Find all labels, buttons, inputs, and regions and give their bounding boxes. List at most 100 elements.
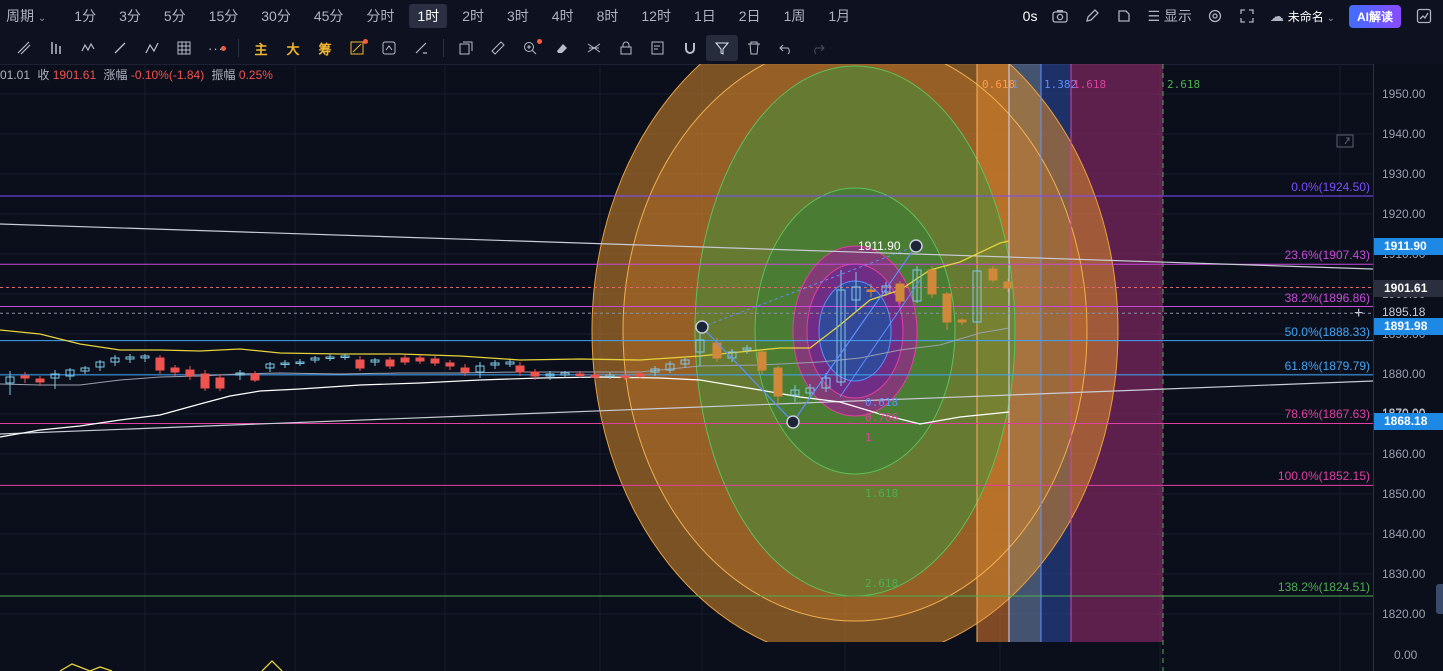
export-icon[interactable] <box>1115 7 1133 25</box>
candle-body <box>35 378 45 383</box>
eraser-icon[interactable] <box>546 35 578 61</box>
pivot-handle <box>695 320 709 334</box>
topbar-right: 0s ☰ 显示 ☁ 未命名 ⌄ AI解读 <box>1023 0 1433 32</box>
interval-3[interactable]: 15分 <box>201 4 247 28</box>
candle-body <box>773 367 783 397</box>
ruler-icon[interactable] <box>482 35 514 61</box>
chevron-down-icon: ⌄ <box>1323 13 1335 24</box>
interval-10[interactable]: 4时 <box>544 4 582 28</box>
interval-1[interactable]: 3分 <box>111 4 149 28</box>
time-zone-label: 0.618 <box>982 78 1016 91</box>
interval-2[interactable]: 5分 <box>156 4 194 28</box>
interval-8[interactable]: 2时 <box>454 4 492 28</box>
candle-body <box>895 283 905 302</box>
candle-body <box>20 375 30 379</box>
chevron-down-icon: ⌄ <box>37 13 47 24</box>
wave-pattern-icon[interactable] <box>72 35 104 61</box>
interval-13[interactable]: 1日 <box>686 4 724 28</box>
grid-icon[interactable] <box>168 35 200 61</box>
candle-body <box>250 373 260 381</box>
ai-interpret-button[interactable]: AI解读 <box>1348 4 1401 28</box>
change-label: 涨幅 <box>103 68 128 82</box>
indicator-icon[interactable] <box>341 35 373 61</box>
candle-body <box>942 293 952 323</box>
copy-icon[interactable] <box>450 35 482 61</box>
time-zone-label: 2.618 <box>1167 78 1201 91</box>
zigzag-icon[interactable] <box>136 35 168 61</box>
circle-ratio-label: 1 <box>865 431 872 444</box>
trash-icon[interactable] <box>738 35 770 61</box>
price-tick: 1860.00 <box>1382 447 1426 461</box>
price-tick: 1940.00 <box>1382 127 1426 141</box>
candle-body <box>1003 281 1013 289</box>
drawing-toolbar: ··· 主大筹 <box>0 32 1443 65</box>
price-axis[interactable]: 1950.001940.001930.001920.001910.001900.… <box>1373 64 1443 671</box>
candle-body <box>757 351 767 371</box>
interval-toolbar: 周期 ⌄ 1分 3分 5分 15分 30分 45分 分时 1时 2时 3时 4时 8时 12时 1日 2日 1… <box>0 0 1443 33</box>
expand-icon[interactable] <box>1336 134 1354 148</box>
crosshair-plus-icon[interactable]: + <box>1354 305 1363 323</box>
price-tick: 1840.00 <box>1382 527 1426 541</box>
cn-tool-2[interactable]: 筹 <box>309 35 341 61</box>
fullscreen-icon[interactable] <box>1238 7 1256 25</box>
chart-canvas[interactable] <box>0 64 1373 671</box>
interval-7[interactable]: 1时 <box>409 4 448 28</box>
pen-icon[interactable] <box>1083 7 1101 25</box>
settings-icon[interactable] <box>1206 7 1224 25</box>
filter-icon[interactable] <box>706 35 738 61</box>
close-label: 收 <box>37 68 50 82</box>
redo-icon[interactable] <box>802 35 834 61</box>
display-menu[interactable]: ☰ 显示 <box>1147 4 1191 28</box>
fib-level-label: 78.6%(1867.63) <box>1284 407 1370 422</box>
candle-body <box>445 362 455 367</box>
pivot-handle <box>909 239 923 253</box>
interval-11[interactable]: 8时 <box>589 4 627 28</box>
more-tools-icon[interactable]: ··· <box>200 35 232 61</box>
edit-note-icon[interactable] <box>642 35 674 61</box>
compare-icon[interactable] <box>373 35 405 61</box>
price-tag: 1911.90 <box>1374 238 1443 256</box>
share-chart-icon[interactable] <box>1415 7 1433 25</box>
interval-4[interactable]: 30分 <box>253 4 299 28</box>
circle-ratio-label: 0.786 <box>865 411 899 424</box>
layout-name-dropdown[interactable]: ☁ 未命名 ⌄ <box>1270 4 1335 28</box>
interval-16[interactable]: 1月 <box>820 4 858 28</box>
side-panel-toggle[interactable] <box>1436 584 1443 614</box>
interval-15[interactable]: 1周 <box>776 4 814 28</box>
alert-line-icon[interactable] <box>405 35 437 61</box>
lock-icon[interactable] <box>610 35 642 61</box>
price-tick: 1930.00 <box>1382 167 1426 181</box>
zoom-in-icon[interactable] <box>514 35 546 61</box>
cn-tools: 主大筹 <box>245 35 341 61</box>
trend-lines-icon[interactable] <box>8 35 40 61</box>
interval-14[interactable]: 2日 <box>731 4 769 28</box>
candle-type-icon[interactable] <box>40 35 72 61</box>
change-value: -0.10%(-1.84) <box>130 68 205 82</box>
camera-icon[interactable] <box>1051 7 1069 25</box>
price-tag: 1891.98 <box>1374 318 1443 336</box>
divider <box>443 39 444 57</box>
undo-icon[interactable] <box>770 35 802 61</box>
cn-tool-0[interactable]: 主 <box>245 35 277 61</box>
magnet-icon[interactable] <box>674 35 706 61</box>
pivot-handle <box>786 415 800 429</box>
period-dropdown[interactable]: 周期 ⌄ <box>0 4 54 28</box>
countdown-label: 0s <box>1022 8 1038 24</box>
cn-tool-1[interactable]: 大 <box>277 35 309 61</box>
cloud-icon: ☁ <box>1269 8 1288 24</box>
interval-12[interactable]: 12时 <box>633 4 679 28</box>
candle-body <box>430 358 440 364</box>
interval-0[interactable]: 1分 <box>66 4 104 28</box>
price-chart[interactable]: 0.0%(1924.50) 23.6%(1907.43) 38.2%(1896.86… <box>0 64 1373 671</box>
interval-5[interactable]: 45分 <box>306 4 352 28</box>
candle-body <box>575 373 585 376</box>
fib-level-label: 138.2%(1824.51) <box>1277 579 1370 594</box>
interval-6[interactable]: 分时 <box>358 4 402 28</box>
circle-ratio-label: 0.618 <box>865 396 899 409</box>
line-tool-icon[interactable] <box>104 35 136 61</box>
interval-9[interactable]: 3时 <box>499 4 537 28</box>
fib-level-label: 100.0%(1852.15) <box>1277 469 1370 484</box>
candle-body <box>988 268 998 281</box>
price-tag: 1901.61 <box>1374 279 1443 297</box>
measure-icon[interactable] <box>578 35 610 61</box>
